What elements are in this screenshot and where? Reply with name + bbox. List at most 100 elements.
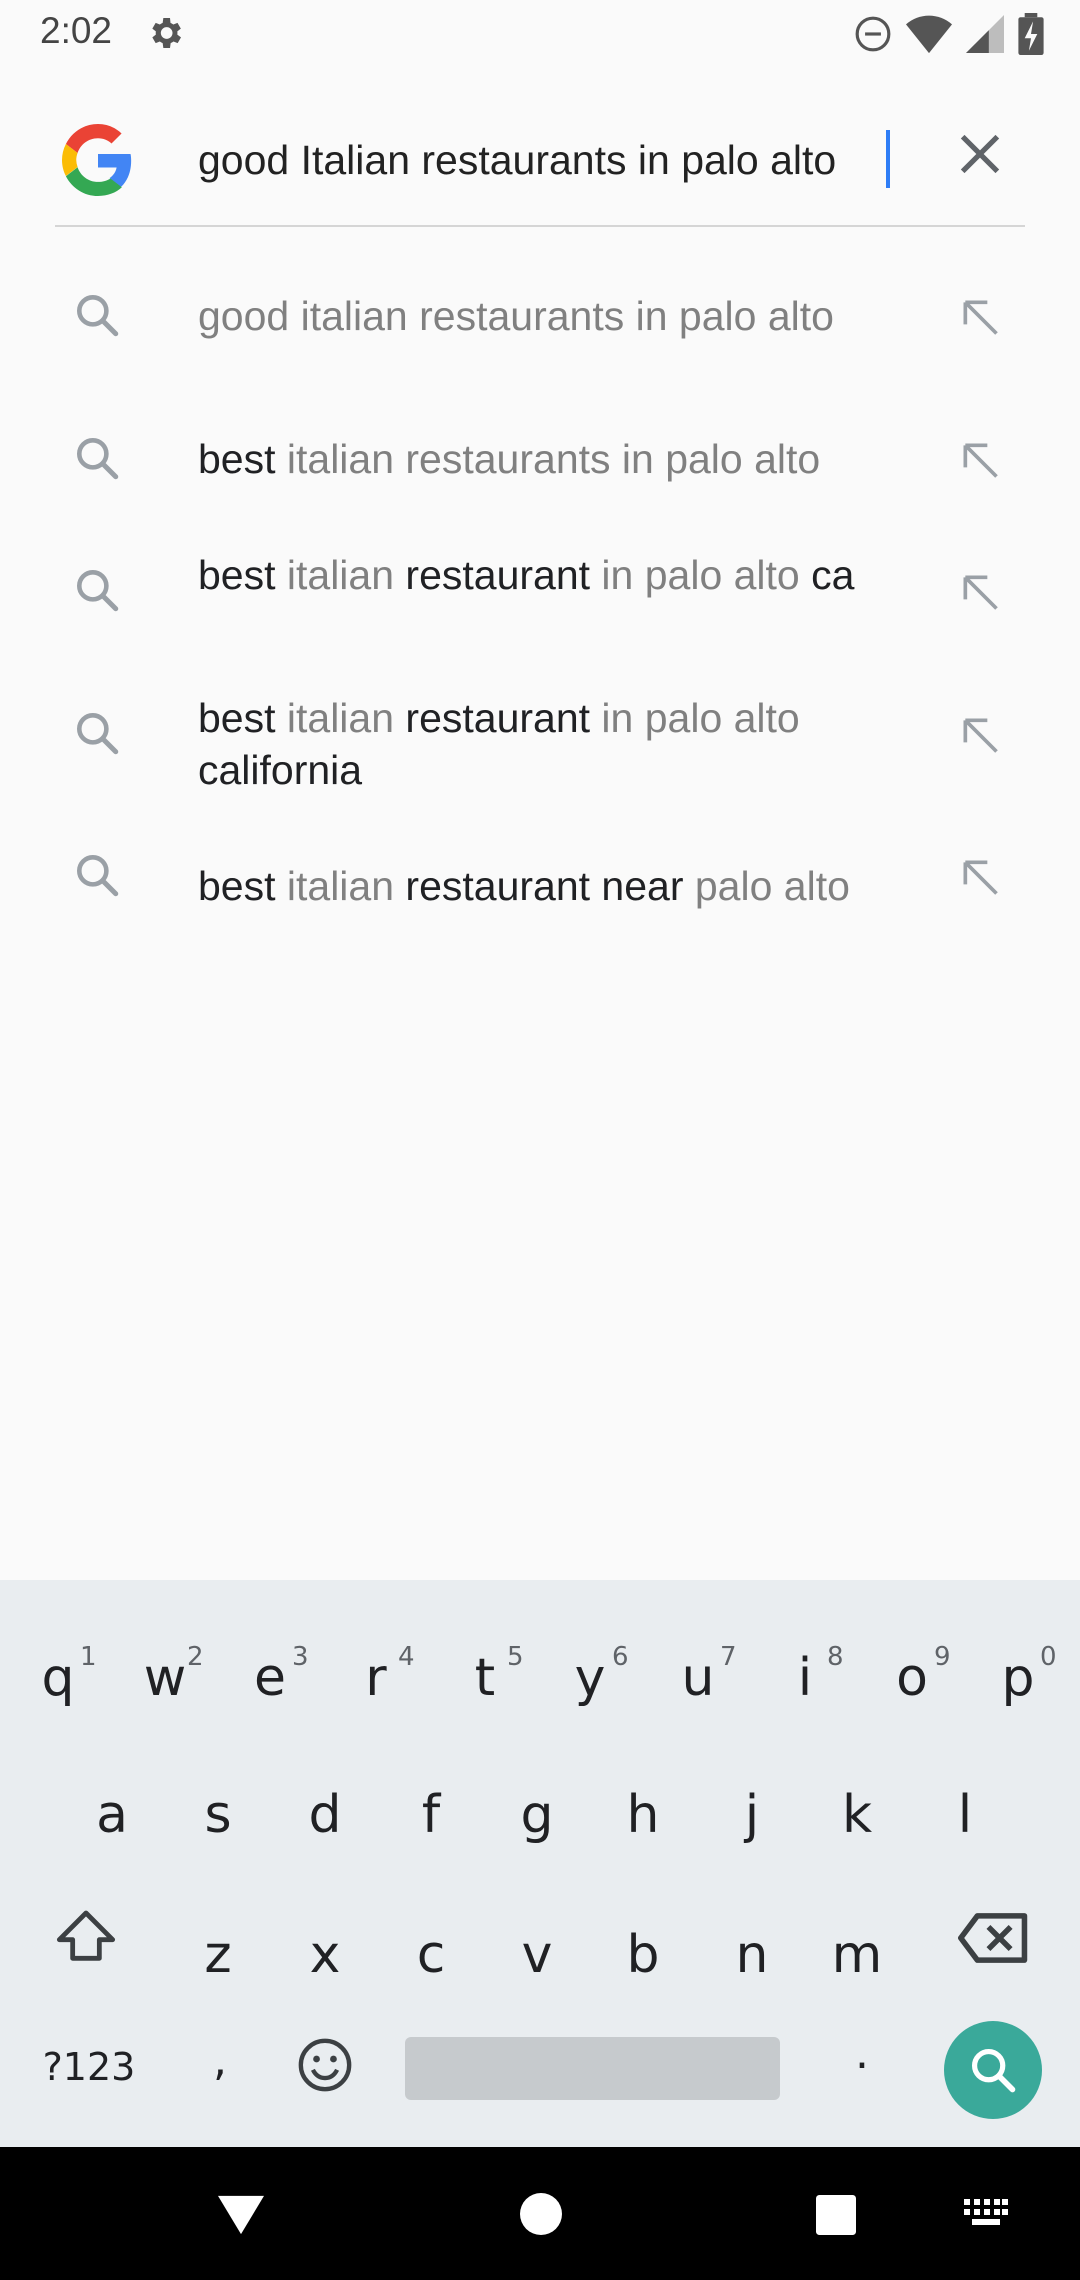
key-w[interactable]: w2 <box>135 1642 204 1708</box>
search-icon <box>971 2048 1016 2093</box>
insert-suggestion-arrow-icon[interactable] <box>958 570 1002 614</box>
recents-icon[interactable] <box>816 2195 856 2235</box>
suggestion-item[interactable]: best italian restaurant in palo alto ca <box>0 545 1080 675</box>
key-y[interactable]: y6 <box>560 1642 629 1708</box>
google-logo <box>62 124 132 196</box>
back-icon[interactable] <box>218 2195 264 2235</box>
key-r[interactable]: r4 <box>346 1642 414 1708</box>
comma-key[interactable]: , <box>200 2035 240 2086</box>
key-number-hint: 7 <box>720 1642 737 1672</box>
suggestion-text-part: italian restaurants in palo alto <box>275 436 821 482</box>
suggestion-text-part: restaurant near <box>405 863 684 909</box>
key-o[interactable]: o9 <box>882 1642 950 1708</box>
search-input[interactable]: good Italian restaurants in palo alto <box>198 128 898 192</box>
key-a[interactable]: a <box>82 1785 142 1845</box>
keyboard-switch-icon[interactable] <box>964 2199 1008 2231</box>
key-label: y <box>574 1648 606 1708</box>
key-label: p <box>1001 1648 1035 1708</box>
search-icon <box>77 295 119 337</box>
settings-icon <box>152 18 181 48</box>
search-icon <box>77 570 119 612</box>
key-t[interactable]: t5 <box>455 1642 524 1708</box>
key-number-hint: 0 <box>1040 1642 1057 1672</box>
key-label: e <box>254 1648 286 1708</box>
key-i[interactable]: i8 <box>775 1642 844 1708</box>
key-label: r <box>365 1648 387 1708</box>
suggestion-text: best italian restaurant in palo alto ca <box>198 549 908 601</box>
search-icon <box>77 438 119 480</box>
status-bar: 2:02 <box>0 0 1080 66</box>
suggestion-item[interactable]: best italian restaurant in palo alto cal… <box>0 688 1080 818</box>
key-p[interactable]: p0 <box>988 1642 1056 1708</box>
key-label: o <box>896 1648 928 1708</box>
key-f[interactable]: f <box>401 1785 461 1845</box>
period-key[interactable]: . <box>842 2028 882 2079</box>
space-key[interactable] <box>405 2037 780 2100</box>
key-h[interactable]: h <box>613 1785 673 1845</box>
close-icon[interactable] <box>954 128 1006 180</box>
key-j[interactable]: j <box>722 1785 782 1845</box>
suggestion-text-part: best <box>198 552 276 598</box>
suggestion-text-part: italian <box>275 863 406 909</box>
insert-suggestion-arrow-icon[interactable] <box>958 295 1002 339</box>
shift-key-icon[interactable] <box>54 1905 118 1969</box>
key-b[interactable]: b <box>613 1925 673 1985</box>
key-number-hint: 2 <box>187 1642 204 1672</box>
navigation-bar <box>0 2147 1080 2280</box>
key-number-hint: 5 <box>507 1642 524 1672</box>
search-icon <box>77 713 119 755</box>
suggestion-item[interactable]: best italian restaurants in palo alto <box>0 413 1080 543</box>
suggestion-text-part: best <box>198 436 276 482</box>
text-cursor <box>886 130 890 188</box>
insert-suggestion-arrow-icon[interactable] <box>958 855 1002 899</box>
key-l[interactable]: l <box>935 1785 995 1845</box>
suggestion-text-part: in palo alto <box>590 552 800 598</box>
suggestion-text: best italian restaurant near palo alto <box>198 860 908 912</box>
suggestion-text-part: california <box>198 747 363 793</box>
divider <box>55 225 1025 227</box>
signal-icon <box>966 15 1004 53</box>
key-label: u <box>681 1648 715 1708</box>
key-z[interactable]: z <box>188 1925 248 1985</box>
suggestion-text-part: in palo alto <box>590 695 800 741</box>
home-icon[interactable] <box>520 2193 562 2235</box>
key-u[interactable]: u7 <box>668 1642 737 1708</box>
key-number-hint: 1 <box>80 1642 97 1672</box>
key-label: q <box>41 1648 75 1708</box>
suggestion-text-part: good italian restaurants in palo alto <box>198 293 834 339</box>
suggestion-text-part: palo alto <box>683 863 850 909</box>
suggestion-text: best italian restaurant in palo alto cal… <box>198 692 908 796</box>
emoji-key-icon[interactable] <box>296 2036 354 2094</box>
suggestion-text-part: ca <box>799 552 855 598</box>
key-number-hint: 3 <box>292 1642 309 1672</box>
key-e[interactable]: e3 <box>240 1642 309 1708</box>
suggestion-item[interactable]: best italian restaurant near palo alto <box>0 830 1080 960</box>
key-g[interactable]: g <box>507 1785 567 1845</box>
key-c[interactable]: c <box>401 1925 461 1985</box>
key-number-hint: 8 <box>827 1642 844 1672</box>
insert-suggestion-arrow-icon[interactable] <box>958 438 1002 482</box>
key-n[interactable]: n <box>722 1925 782 1985</box>
suggestion-text: best italian restaurants in palo alto <box>198 433 908 485</box>
key-d[interactable]: d <box>295 1785 355 1845</box>
suggestion-text-part: best <box>198 695 276 741</box>
search-bar: good Italian restaurants in palo alto <box>0 120 1080 230</box>
suggestion-text: good italian restaurants in palo alto <box>198 290 908 342</box>
key-q[interactable]: q1 <box>28 1642 96 1708</box>
symbols-key[interactable]: ?123 <box>34 2045 144 2089</box>
suggestion-item[interactable]: good italian restaurants in palo alto <box>0 270 1080 400</box>
backspace-key-icon[interactable] <box>958 1906 1030 1970</box>
key-x[interactable]: x <box>295 1925 355 1985</box>
key-label: w <box>143 1648 187 1708</box>
suggestion-text-part: restaurant <box>405 695 591 741</box>
key-number-hint: 9 <box>934 1642 951 1672</box>
search-icon <box>77 855 119 897</box>
search-key[interactable] <box>944 2021 1042 2119</box>
key-k[interactable]: k <box>827 1785 887 1845</box>
insert-suggestion-arrow-icon[interactable] <box>958 713 1002 757</box>
search-query: good Italian restaurants in palo alto <box>198 137 837 183</box>
status-time: 2:02 <box>40 10 113 51</box>
key-s[interactable]: s <box>188 1785 248 1845</box>
key-v[interactable]: v <box>507 1925 567 1985</box>
key-m[interactable]: m <box>827 1925 887 1985</box>
